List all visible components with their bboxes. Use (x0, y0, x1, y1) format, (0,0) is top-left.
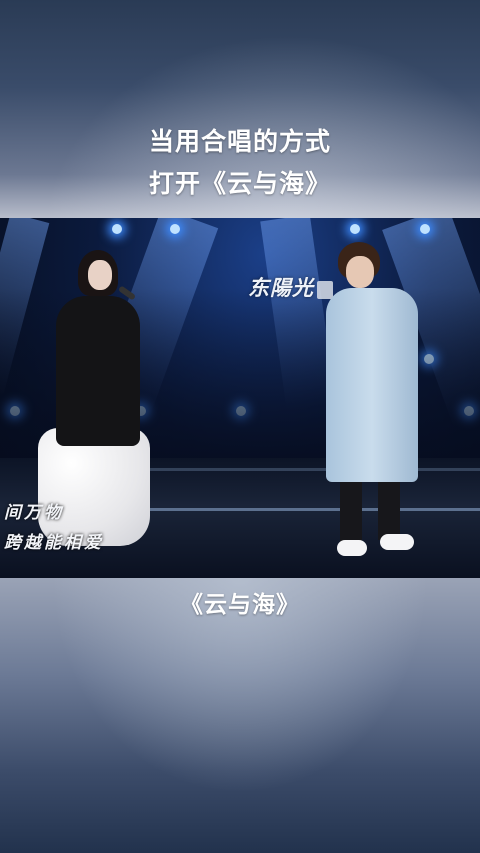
song-title-caption: 《云与海》 (180, 592, 300, 618)
blurred-background-bottom (0, 578, 480, 853)
video-player[interactable]: 东陽光 间万物 跨越能相爱 (0, 218, 480, 578)
stage-light (170, 224, 180, 234)
stage-light (420, 224, 430, 234)
stage-floor-line (120, 468, 480, 471)
headline-line-2: 打开《云与海》 (148, 169, 331, 198)
stage-light (112, 224, 122, 234)
stage-light (350, 224, 360, 234)
stage-logo: 东陽光 (244, 270, 337, 304)
lyric-line-1: 间万物 (4, 503, 64, 523)
headline-line-1: 当用合唱的方式 (148, 127, 331, 156)
lyric-line-2: 跨越能相爱 (4, 533, 104, 553)
stage-floor-line (150, 508, 480, 511)
